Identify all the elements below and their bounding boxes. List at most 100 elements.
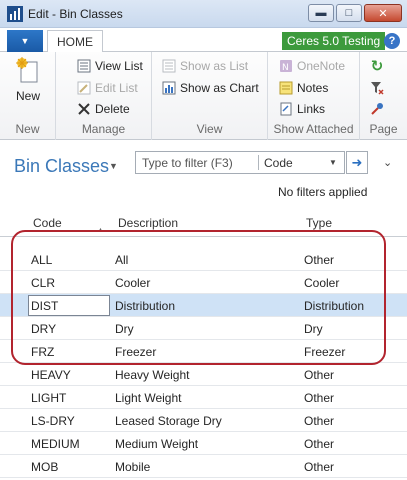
chevron-down-icon: ▼ [20,36,30,46]
maximize-icon: □ [345,7,353,19]
app-menu-button[interactable]: ▼ [7,30,43,52]
table-row[interactable]: LS-DRY Leased Storage Dry Other [0,409,407,432]
column-header-type[interactable]: Type [306,216,332,230]
delete-label: Delete [95,102,130,116]
page-title[interactable]: Bin Classes [14,156,109,177]
group-label-new: New [15,122,40,136]
filter-divider [258,155,259,170]
table-row[interactable]: LIGHT Light Weight Other [0,386,407,409]
table-row[interactable]: ALL All Other [0,248,407,271]
cell-code: FRZ [31,345,55,359]
cell-description: Light Weight [115,391,182,405]
cell-code: LS-DRY [31,414,75,428]
ribbon-group-manage: View List Edit List Delete Manage [56,52,152,140]
onenote-button[interactable]: N OneNote [278,56,345,76]
clear-filter-icon [369,80,385,96]
table-row[interactable]: DIST Distribution Distribution [0,294,407,317]
column-header-code[interactable]: Code [33,216,62,230]
filter-field-select[interactable]: Code [264,156,293,170]
table-row[interactable]: MOB Mobile Other [0,455,407,478]
cell-description: Distribution [115,299,176,313]
chevron-down-icon[interactable]: ▼ [109,161,118,171]
links-button[interactable]: Links [278,99,325,119]
ribbon-tab-row: ▼ HOME Ceres 5.0 Testing ? [0,28,407,53]
cell-code: HEAVY [31,368,71,382]
go-arrow-icon: ➜ [351,154,363,170]
group-label-page: Page [369,122,398,136]
cell-code: DRY [31,322,57,336]
show-as-list-label: Show as List [180,59,249,73]
refresh-icon: ↻ [370,58,384,75]
maximize-button[interactable]: □ [336,4,362,22]
cell-code: CLR [31,276,56,290]
filter-go-button[interactable]: ➜ [346,151,368,174]
cell-type: Dry [304,322,323,336]
page-more-button[interactable] [369,99,388,119]
view-list-button[interactable]: View List [76,56,143,76]
tab-home[interactable]: HOME [47,30,103,53]
show-as-chart-icon [161,80,177,96]
cell-type: Other [304,414,335,428]
cell-code: LIGHT [31,391,67,405]
new-button[interactable]: New [8,56,48,112]
edit-list-button[interactable]: Edit List [76,78,138,98]
close-button[interactable]: ✕ [364,4,402,22]
delete-button[interactable]: Delete [76,99,130,119]
notes-button[interactable]: Notes [278,78,328,98]
grid-header: Code Description Type [0,207,407,237]
cell-type: Other [304,437,335,451]
delete-icon [76,101,92,117]
table-row[interactable]: DRY Dry Dry [0,317,407,340]
refresh-button[interactable]: ↻ [369,56,388,76]
ribbon-group-show-attached: N OneNote Notes Links Show Attached [268,52,360,140]
new-button-label: New [15,89,40,103]
cell-code: MOB [31,460,59,474]
filter-input[interactable]: Type to filter (F3) [142,156,233,170]
ribbon-group-page: ↻ Page [360,52,407,140]
edit-list-icon [76,80,92,96]
cell-description: Cooler [115,276,151,290]
cell-description: Freezer [115,345,157,359]
cell-type: Cooler [304,276,340,290]
ribbon-group-view: Show as List Show as Chart View [152,52,268,140]
links-icon [278,101,294,117]
window-title: Edit - Bin Classes [28,7,123,21]
table-row[interactable]: HEAVY Heavy Weight Other [0,363,407,386]
edit-list-label: Edit List [95,81,138,95]
links-label: Links [297,102,326,116]
table-row[interactable]: MEDIUM Medium Weight Other [0,432,407,455]
cell-description: Heavy Weight [115,368,190,382]
minimize-button[interactable]: ▬ [308,4,334,22]
cell-code: ALL [31,253,53,267]
sort-ascending-icon: ▲ [97,227,104,234]
view-list-label: View List [95,59,143,73]
table-row[interactable]: FRZ Freezer Freezer [0,340,407,363]
group-label-show-attached: Show Attached [273,122,354,136]
cell-type: Distribution [304,299,365,313]
new-icon [16,57,38,83]
cell-type: Other [304,368,335,382]
notes-icon [278,80,294,96]
onenote-label: OneNote [297,59,346,73]
notes-label: Notes [297,81,329,95]
chevron-down-icon[interactable]: ▼ [329,158,337,167]
group-label-manage: Manage [81,122,126,136]
app-icon [7,6,23,22]
title-bar: Edit - Bin Classes ▬ □ ✕ [0,0,407,28]
collapse-chevron-icon[interactable]: ⌄ [383,156,392,169]
cell-description: Mobile [115,460,151,474]
onenote-icon: N [278,58,294,74]
ribbon: New New View List Edit List Delete Manag… [0,52,407,140]
clear-filter-button[interactable] [369,78,388,98]
cell-type: Other [304,253,335,267]
show-as-list-button[interactable]: Show as List [161,56,248,76]
help-icon[interactable]: ? [384,33,400,49]
view-list-icon [76,58,92,74]
group-label-view: View [196,122,223,136]
cell-description: All [115,253,129,267]
ribbon-group-new: New New [0,52,56,140]
table-row[interactable]: CLR Cooler Cooler [0,271,407,294]
column-header-description[interactable]: Description [118,216,178,230]
show-as-chart-button[interactable]: Show as Chart [161,78,259,98]
cell-type: Other [304,460,335,474]
